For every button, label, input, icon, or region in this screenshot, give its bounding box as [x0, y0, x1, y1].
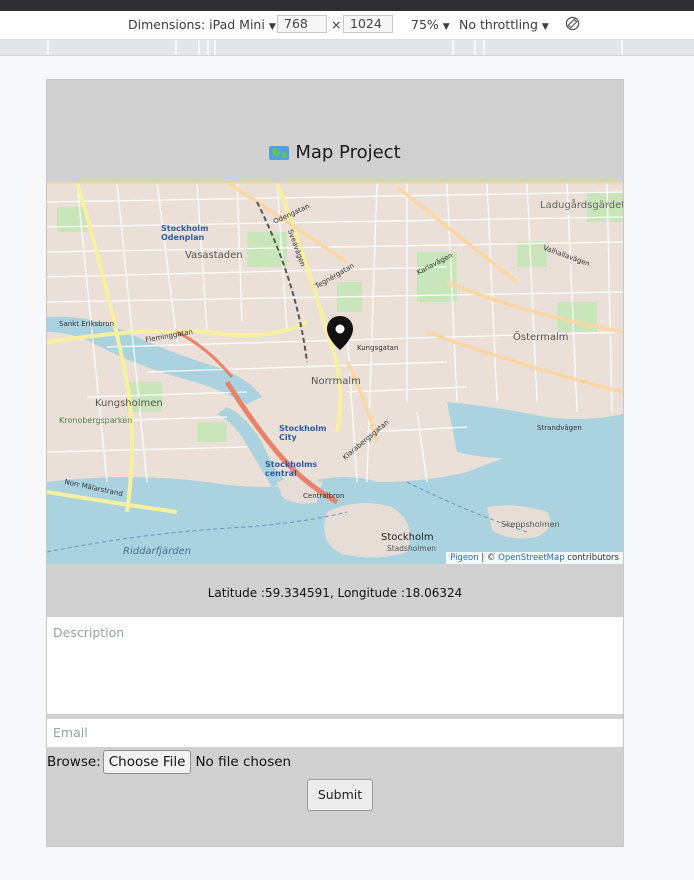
map-tiles — [47, 182, 623, 564]
page-title: Map Project — [47, 142, 623, 166]
no-file-text: No file chosen — [195, 754, 292, 770]
osm-link[interactable]: OpenStreetMap — [498, 553, 564, 563]
coordinates-text: Latitude :59.334591, Longitude :18.06324 — [207, 586, 463, 600]
device-selector-label: Dimensions: iPad Mini — [128, 17, 265, 32]
choose-file-button[interactable]: Choose File — [102, 750, 192, 774]
attribution-separator: | © — [478, 553, 499, 563]
dimension-separator: × — [331, 17, 342, 32]
map-attribution: Pigeon | © OpenStreetMap contributors — [446, 552, 623, 564]
media-query-ruler — [0, 40, 694, 56]
height-input[interactable]: 1024 — [343, 15, 393, 33]
description-field[interactable]: Description — [47, 617, 623, 714]
device-selector[interactable]: Dimensions: iPad Mini ▼ — [128, 17, 276, 32]
zoom-selector[interactable]: 75% ▼ — [411, 17, 450, 32]
world-map-icon — [269, 145, 290, 166]
attribution-suffix: contributors — [564, 553, 619, 563]
zoom-label: 75% — [411, 17, 439, 32]
file-upload-row: Browse: Choose File No file chosen — [47, 750, 291, 774]
window-top-strip — [0, 0, 694, 11]
throttling-label: No throttling — [459, 17, 538, 32]
email-field[interactable]: Email — [47, 719, 623, 747]
pigeon-link[interactable]: Pigeon — [450, 553, 479, 563]
throttling-selector[interactable]: No throttling ▼ — [459, 17, 549, 32]
page-title-text: Map Project — [295, 142, 401, 163]
submit-button[interactable]: Submit — [307, 779, 373, 811]
device-viewport: Map Project Stockholm Odenplan Vasastade… — [46, 79, 624, 847]
width-input[interactable]: 768 — [277, 15, 327, 33]
chevron-down-icon: ▼ — [541, 22, 549, 32]
chevron-down-icon: ▼ — [268, 22, 276, 32]
rotate-icon[interactable] — [565, 16, 580, 34]
browse-label: Browse: — [47, 754, 101, 770]
map-view[interactable]: Stockholm Odenplan Vasastaden Odengatan … — [47, 182, 623, 564]
devtools-device-toolbar: Dimensions: iPad Mini ▼ 768 × 1024 75% ▼ N… — [0, 11, 694, 40]
chevron-down-icon: ▼ — [442, 22, 450, 32]
